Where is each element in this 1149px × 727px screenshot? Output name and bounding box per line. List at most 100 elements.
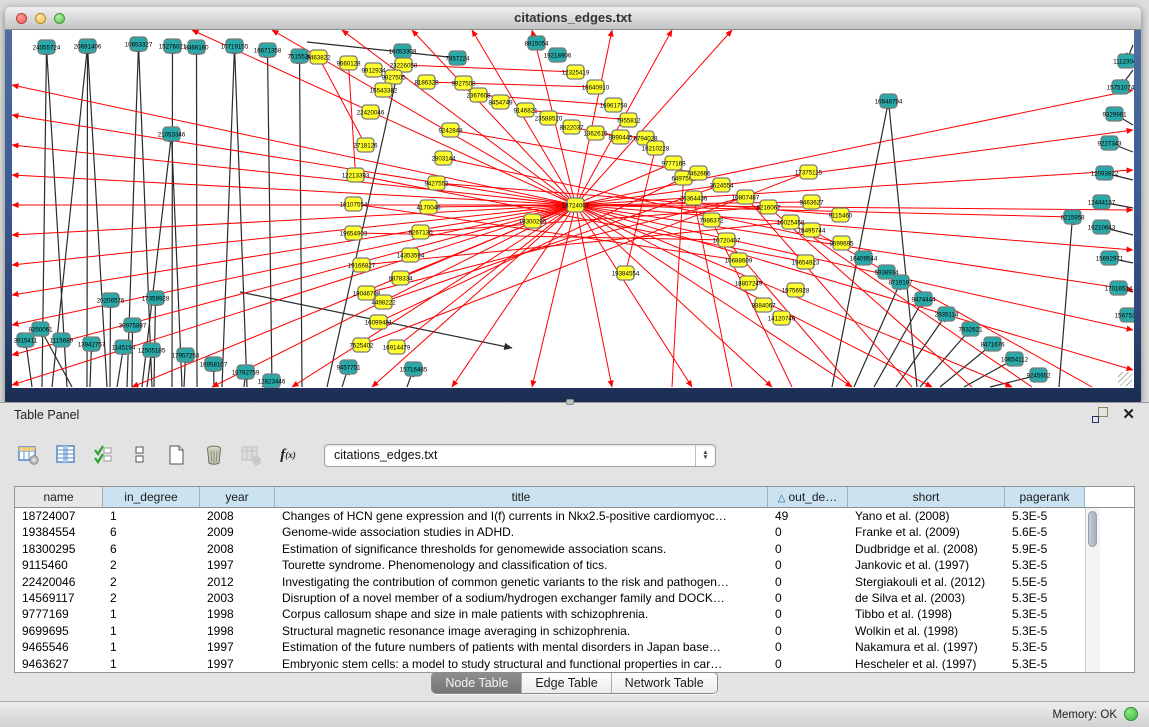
table-row[interactable]: 1872400712008Changes of HCN gene express… <box>15 508 1134 524</box>
delete-table-icon[interactable] <box>238 442 264 468</box>
graph-edge[interactable] <box>132 325 133 387</box>
column-header-pagerank[interactable]: pagerank <box>1005 487 1085 507</box>
table-cell[interactable]: 0 <box>768 574 848 590</box>
table-cell[interactable]: 2008 <box>200 541 275 557</box>
table-row[interactable]: 1830029562008Estimation of significance … <box>15 541 1134 557</box>
table-cell[interactable]: Disruption of a novel member of a sodium… <box>275 590 768 606</box>
column-header-name[interactable]: name <box>15 487 103 507</box>
table-cell[interactable]: Nakamura et al. (1997) <box>848 639 1005 655</box>
graph-edge[interactable] <box>452 205 576 387</box>
table-cell[interactable]: 2 <box>103 590 200 606</box>
graph-edge[interactable] <box>889 101 918 387</box>
table-vertical-scrollbar[interactable] <box>1085 508 1100 672</box>
scrollbar-thumb[interactable] <box>1088 511 1097 547</box>
table-cell[interactable]: 1 <box>103 656 200 672</box>
table-cell[interactable]: 2009 <box>200 524 275 540</box>
table-cell[interactable]: 9699695 <box>15 623 103 639</box>
graph-edge[interactable] <box>791 222 1033 387</box>
table-cell[interactable]: Embryonic stem cells: a model to study s… <box>275 656 768 672</box>
table-cell[interactable]: Tourette syndrome. Phenomenology and cla… <box>275 557 768 573</box>
table-cell[interactable]: Jankovic et al. (1997) <box>848 557 1005 573</box>
table-cell[interactable]: 1997 <box>200 639 275 655</box>
table-cell[interactable]: 18300295 <box>15 541 103 557</box>
table-cell[interactable]: 0 <box>768 557 848 573</box>
table-cell[interactable]: Tibbo et al. (1998) <box>848 606 1005 622</box>
table-cell[interactable]: 5.3E-5 <box>1005 557 1085 573</box>
function-builder-icon[interactable]: f(x) <box>275 442 301 468</box>
table-cell[interactable]: Hescheler et al. (1997) <box>848 656 1005 672</box>
table-select-dropdown[interactable]: citations_edges.txt ▲▼ <box>324 444 716 467</box>
canvas-resize-grip[interactable] <box>1118 372 1132 386</box>
graph-edge[interactable] <box>88 46 108 387</box>
column-header-year[interactable]: year <box>200 487 275 507</box>
graph-edge[interactable] <box>268 50 273 387</box>
graph-edge[interactable] <box>222 46 235 387</box>
table-cell[interactable]: 1998 <box>200 623 275 639</box>
table-cell[interactable]: Yano et al. (2008) <box>848 508 1005 524</box>
table-cell[interactable]: 5.3E-5 <box>1005 656 1085 672</box>
table-cell[interactable]: 0 <box>768 590 848 606</box>
table-cell[interactable]: 19384554 <box>15 524 103 540</box>
table-cell[interactable]: 5.3E-5 <box>1005 590 1085 606</box>
table-row[interactable]: 1938455462009Genome-wide association stu… <box>15 524 1134 540</box>
table-cell[interactable]: 5.3E-5 <box>1005 639 1085 655</box>
table-cell[interactable]: 1 <box>103 606 200 622</box>
close-window-button[interactable] <box>16 13 27 24</box>
table-row[interactable]: 977716911998Corpus callosum shape and si… <box>15 606 1134 622</box>
table-cell[interactable]: 1 <box>103 623 200 639</box>
graph-edge[interactable] <box>576 205 693 387</box>
table-row[interactable]: 911546021997Tourette syndrome. Phenomeno… <box>15 557 1134 573</box>
close-panel-icon[interactable]: ✕ <box>1122 407 1135 423</box>
column-header-short[interactable]: short <box>848 487 1005 507</box>
table-cell[interactable]: Changes of HCN gene expression and I(f) … <box>275 508 768 524</box>
graph-edge[interactable] <box>349 63 356 175</box>
table-row[interactable]: 946554611997Estimation of the future num… <box>15 639 1134 655</box>
graph-edge[interactable] <box>1059 217 1073 387</box>
network-graph[interactable]: 2405572420691406106533271527602184661601… <box>12 30 1134 388</box>
graph-edge[interactable] <box>12 205 576 295</box>
show-columns-icon[interactable] <box>53 442 79 468</box>
table-cell[interactable]: 49 <box>768 508 848 524</box>
table-cell[interactable]: 6 <box>103 524 200 540</box>
graph-edge[interactable] <box>920 329 971 387</box>
table-cell[interactable]: 9777169 <box>15 606 103 622</box>
table-cell[interactable]: Investigating the contribution of common… <box>275 574 768 590</box>
table-cell[interactable]: 5.3E-5 <box>1005 508 1085 524</box>
table-cell[interactable]: Stergiakouli et al. (2012) <box>848 574 1005 590</box>
delete-column-icon[interactable] <box>201 442 227 468</box>
table-cell[interactable]: 9463627 <box>15 656 103 672</box>
graph-edge[interactable] <box>896 314 947 387</box>
graph-edge[interactable] <box>576 205 1134 330</box>
table-cell[interactable]: Wolkin et al. (1998) <box>848 623 1005 639</box>
table-cell[interactable]: 6 <box>103 541 200 557</box>
table-row[interactable]: 946362711997Embryonic stem cells: a mode… <box>15 656 1134 672</box>
minimize-window-button[interactable] <box>35 13 46 24</box>
table-cell[interactable]: 5.9E-5 <box>1005 541 1085 557</box>
table-cell[interactable]: 0 <box>768 606 848 622</box>
graph-edge[interactable] <box>212 205 576 387</box>
graph-edge[interactable] <box>672 178 684 387</box>
table-cell[interactable]: 0 <box>768 541 848 557</box>
column-header-in_degree[interactable]: in_degree <box>103 487 200 507</box>
graph-edge[interactable] <box>300 56 303 387</box>
zoom-window-button[interactable] <box>54 13 65 24</box>
graph-edge[interactable] <box>404 65 576 72</box>
table-cell[interactable]: 5.6E-5 <box>1005 524 1085 540</box>
column-header-title[interactable]: title <box>275 487 768 507</box>
table-cell[interactable]: 2 <box>103 574 200 590</box>
table-row[interactable]: 1456911722003Disruption of a novel membe… <box>15 590 1134 606</box>
tab-edge-table[interactable]: Edge Table <box>521 673 610 693</box>
float-panel-icon[interactable] <box>1092 407 1108 423</box>
graph-edge[interactable] <box>139 44 153 387</box>
table-cell[interactable]: 9115460 <box>15 557 103 573</box>
table-cell[interactable]: 18724007 <box>15 508 103 524</box>
table-row[interactable]: 969969511998Structural magnetic resonanc… <box>15 623 1134 639</box>
graph-edge[interactable] <box>87 46 88 387</box>
table-cell[interactable]: Franke et al. (2009) <box>848 524 1005 540</box>
table-cell[interactable]: 0 <box>768 639 848 655</box>
tab-network-table[interactable]: Network Table <box>611 673 717 693</box>
table-cell[interactable]: 9465546 <box>15 639 103 655</box>
graph-edge[interactable] <box>172 46 173 387</box>
graph-edge[interactable] <box>12 115 576 205</box>
select-all-icon[interactable] <box>90 442 116 468</box>
